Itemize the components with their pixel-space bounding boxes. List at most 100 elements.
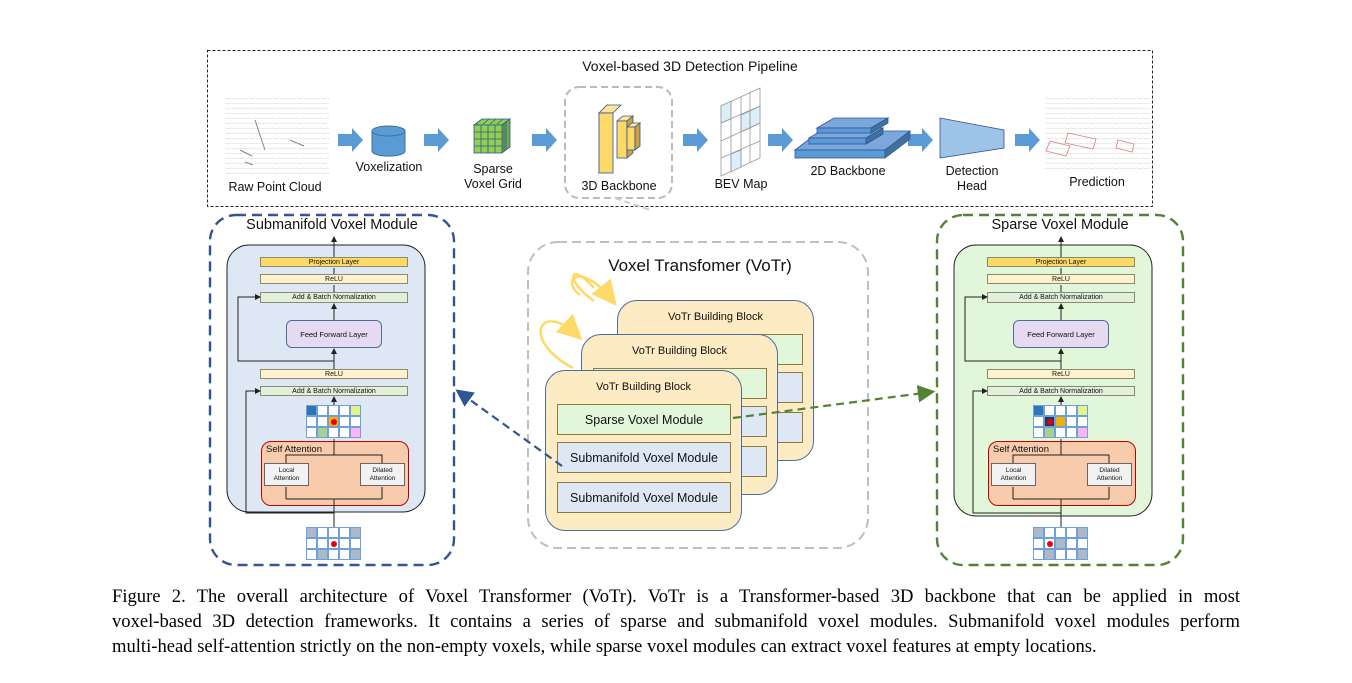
backbone-3d-icon <box>598 104 642 174</box>
label-bev-map: BEV Map <box>714 177 768 191</box>
relu-layer: ReLU <box>987 369 1135 379</box>
voxel-cell <box>317 549 328 560</box>
voxel-cell <box>1066 549 1077 560</box>
voxel-cell <box>339 416 350 427</box>
voxel-cell <box>1055 427 1066 438</box>
projection-layer: Projection Layer <box>260 257 408 267</box>
caption-line: voxel-based 3D detection frameworks. It … <box>112 611 1240 632</box>
voxel-cell <box>350 416 361 427</box>
module-title: Submanifold Voxel Module <box>246 217 418 233</box>
voxel-cell <box>1044 427 1055 438</box>
voxel-cell <box>1033 416 1044 427</box>
label-voxelization: Voxelization <box>355 160 423 174</box>
backbone-2d-icon <box>793 117 912 159</box>
block-title: VoTr Building Block <box>632 345 727 357</box>
arrow-icon <box>768 128 793 152</box>
raw-point-cloud-image <box>225 97 329 177</box>
voxel-cell <box>1077 405 1088 416</box>
self-attention-label: Self Attention <box>993 444 1049 455</box>
voxel-cell <box>339 527 350 538</box>
feed-forward-layer: Feed Forward Layer <box>1013 320 1109 348</box>
submanifold-voxel-module-box: Submanifold Voxel Module <box>557 482 731 513</box>
voxel-cell <box>328 427 339 438</box>
arrow-icon <box>908 128 933 152</box>
module-label: Submanifold Voxel Module <box>569 450 718 465</box>
submanifold-voxel-module-box: Submanifold Voxel Module <box>557 442 731 473</box>
voxel-cell <box>328 527 339 538</box>
voxel-cell <box>306 549 317 560</box>
prediction-image <box>1045 95 1151 173</box>
arrow-icon <box>424 128 449 152</box>
voxel-cell <box>317 538 328 549</box>
voxel-cell <box>1077 416 1088 427</box>
relu-layer: ReLU <box>987 274 1135 284</box>
add-batch-norm-layer: Add & Batch Normalization <box>987 292 1135 303</box>
votr-title: Voxel Transfomer (VoTr) <box>608 256 792 275</box>
label-sparse-2: Voxel Grid <box>464 177 522 191</box>
relu-layer: ReLU <box>260 369 408 379</box>
voxel-cell <box>306 427 317 438</box>
label-2d-backbone: 2D Backbone <box>810 164 886 178</box>
voxel-cell <box>1066 416 1077 427</box>
input-voxel-grid <box>1033 527 1088 560</box>
voxel-cell <box>350 538 361 549</box>
voxel-cell <box>306 405 317 416</box>
query-voxel-dot <box>1047 541 1053 547</box>
caption-line: multi-head self-attention strictly on th… <box>112 636 1097 657</box>
attention-label: Attention <box>1096 474 1123 482</box>
voxel-cell <box>328 416 339 427</box>
voxel-cell <box>328 405 339 416</box>
voxel-cell <box>1055 416 1066 427</box>
voxel-cell <box>339 405 350 416</box>
sparse-voxel-grid-cube-icon <box>472 118 512 154</box>
voxel-cell <box>339 538 350 549</box>
voxel-cell <box>328 538 339 549</box>
dilated-attention-box: Dilated Attention <box>1087 463 1132 486</box>
label-head: Head <box>957 179 987 193</box>
arrow-icon <box>338 128 363 152</box>
feed-forward-layer: Feed Forward Layer <box>286 320 382 348</box>
voxel-cell <box>350 527 361 538</box>
block-title: VoTr Building Block <box>596 381 691 393</box>
voxel-cell <box>317 427 328 438</box>
attention-label: Local <box>278 466 295 474</box>
attention-label: Local <box>1005 466 1022 474</box>
submanifold-voxel-module-panel: Submanifold Voxel Module Projection Layer… <box>208 213 456 567</box>
arrow-icon <box>1015 128 1040 152</box>
input-voxel-grid <box>306 527 361 560</box>
voxel-cell <box>317 405 328 416</box>
voxel-cell <box>1066 405 1077 416</box>
detection-head-icon <box>939 117 1005 159</box>
add-batch-norm-layer: Add & Batch Normalization <box>260 292 408 303</box>
attention-label: Attention <box>369 474 396 482</box>
voxel-cell <box>328 549 339 560</box>
voxel-cell <box>306 538 317 549</box>
voxel-cell <box>350 405 361 416</box>
block-title: VoTr Building Block <box>668 311 763 323</box>
voxel-cell <box>339 549 350 560</box>
add-batch-norm-layer: Add & Batch Normalization <box>260 386 408 396</box>
voxel-cell <box>1077 427 1088 438</box>
attention-output-grid <box>306 405 361 438</box>
voxel-cell <box>1033 405 1044 416</box>
label-sparse-1: Sparse <box>473 162 513 176</box>
attention-label: Dilated <box>372 466 393 474</box>
query-voxel-dot <box>331 419 337 425</box>
voxel-cell <box>350 427 361 438</box>
label-detection: Detection <box>945 164 999 178</box>
voxel-cell <box>1044 405 1055 416</box>
relu-layer: ReLU <box>260 274 408 284</box>
votr-building-block: VoTr Building Block Sparse Voxel Module Su… <box>545 370 742 531</box>
attention-label: Attention <box>1000 474 1027 482</box>
voxel-cell <box>350 549 361 560</box>
voxel-cell <box>1033 549 1044 560</box>
voxel-cell <box>1055 527 1066 538</box>
label-raw-point-cloud: Raw Point Cloud <box>228 180 322 194</box>
figure-page: Voxel-based 3D Detection Pipeline Raw Po… <box>0 0 1352 683</box>
voxel-cell <box>1066 427 1077 438</box>
voxel-cell <box>306 527 317 538</box>
sparse-voxel-module-box: Sparse Voxel Module <box>557 404 731 435</box>
voxel-cell <box>306 416 317 427</box>
arrow-icon <box>532 128 557 152</box>
projection-layer: Projection Layer <box>987 257 1135 267</box>
